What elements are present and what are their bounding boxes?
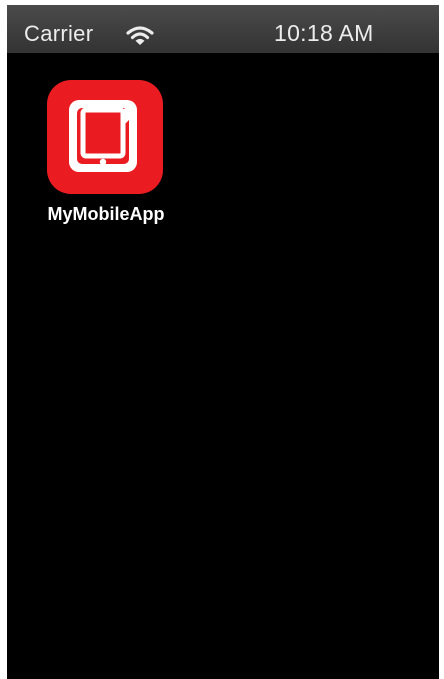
phone-screen: Carrier 10:18 AM MyMobileApp [7, 5, 439, 679]
tablet-app-icon[interactable] [47, 80, 163, 194]
app-label: MyMobileApp [47, 204, 165, 224]
app-shortcut-mymobileapp[interactable]: MyMobileApp [21, 78, 211, 238]
status-time: 10:18 AM [274, 20, 374, 46]
carrier-label: Carrier [24, 21, 94, 46]
status-bar: Carrier 10:18 AM [7, 5, 439, 53]
tablet-icon [69, 100, 137, 172]
wifi-icon [126, 26, 154, 45]
